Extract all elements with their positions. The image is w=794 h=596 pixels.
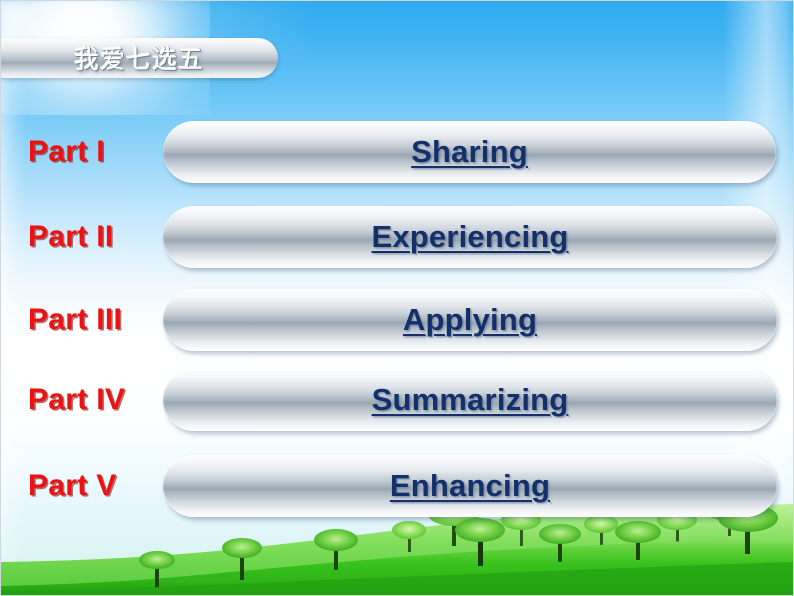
part-label-3: Part III (28, 303, 123, 336)
section-button-applying[interactable]: Applying (163, 289, 777, 351)
part-row: Part IV Summarizing (0, 366, 794, 434)
part-label-1: Part I (28, 135, 105, 168)
part-label-5: Part V (28, 469, 117, 502)
section-button-experiencing[interactable]: Experiencing (163, 206, 777, 268)
part-row: Part II Experiencing (0, 203, 794, 271)
section-button-summarizing[interactable]: Summarizing (163, 369, 777, 431)
part-row: Part III Applying (0, 286, 794, 354)
part-row: Part V Enhancing (0, 452, 794, 520)
section-button-label: Enhancing (389, 468, 551, 503)
presentation-slide: 我爱七选五 Part I Sharing Part II Experiencin… (0, 0, 794, 596)
section-button-label: Summarizing (371, 382, 569, 417)
section-button-sharing[interactable]: Sharing (163, 121, 776, 183)
part-row: Part I Sharing (0, 118, 794, 186)
part-label-4: Part IV (28, 383, 126, 416)
parts-list: Part I Sharing Part II Experiencing Part… (0, 0, 794, 596)
section-button-enhancing[interactable]: Enhancing (163, 455, 777, 517)
part-label-2: Part II (28, 220, 114, 253)
section-button-label: Applying (402, 302, 538, 337)
section-button-label: Sharing (411, 134, 528, 169)
section-button-label: Experiencing (371, 219, 569, 254)
